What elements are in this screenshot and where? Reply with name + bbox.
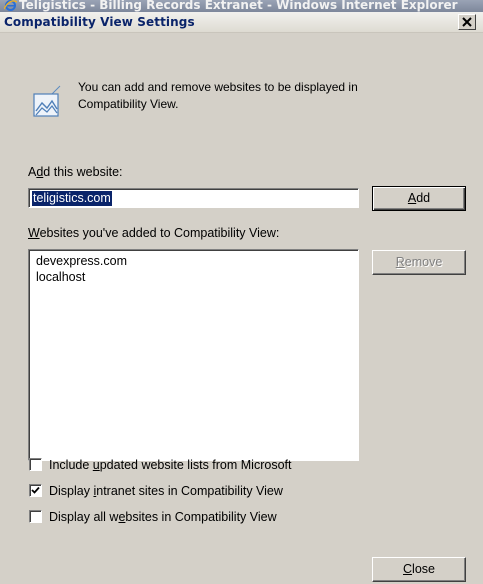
add-website-input[interactable]: teligistics.com (28, 188, 359, 208)
display-intranet-label: Display intranet sites in Compatibility … (49, 483, 283, 499)
checkmark-icon (31, 486, 40, 494)
close-icon (462, 17, 472, 27)
background-window-title: Teligistics - Billing Records Extranet -… (19, 0, 458, 12)
internet-explorer-icon (4, 0, 17, 11)
add-button-label: dd (416, 191, 431, 205)
compatibility-view-dialog: Compatibility View Settings You can add … (0, 12, 483, 584)
remove-button[interactable]: Remove (372, 250, 466, 275)
display-intranet-label-pre: Display (49, 484, 94, 498)
add-website-label-post: d this website: (43, 165, 123, 179)
background-window-titlebar: Teligistics - Billing Records Extranet -… (0, 0, 483, 12)
display-intranet-label-post: ntranet sites in Compatibility View (96, 484, 283, 498)
websites-listbox[interactable]: devexpress.com localhost (28, 249, 359, 461)
add-button[interactable]: Add (372, 186, 466, 211)
include-updated-lists-label-key: u (92, 458, 100, 472)
include-updated-lists-label-post: pdated website lists from Microsoft (99, 458, 292, 472)
display-all-websites-label-post: bsites in Compatibility View (125, 510, 277, 524)
dialog-titlebar[interactable]: Compatibility View Settings (0, 12, 483, 33)
add-website-label: Add this website: (28, 165, 123, 179)
dialog-close-button[interactable] (458, 14, 476, 30)
add-website-input-value: teligistics.com (32, 191, 112, 206)
remove-button-label: emove (404, 255, 443, 269)
close-button-key: C (403, 562, 413, 576)
include-updated-lists-checkbox[interactable] (29, 458, 42, 471)
close-button-label: lose (412, 562, 435, 576)
compat-view-icon (33, 85, 61, 117)
remove-button-key: R (395, 255, 405, 269)
display-all-websites-checkbox[interactable] (29, 510, 42, 523)
display-intranet-checkbox[interactable] (29, 484, 42, 497)
close-button[interactable]: Close (372, 557, 466, 582)
websites-list-label: Websites you've added to Compatibility V… (28, 226, 279, 240)
include-updated-lists-label: Include updated website lists from Micro… (49, 457, 291, 473)
list-item[interactable]: devexpress.com (36, 253, 358, 269)
info-text: You can add and remove websites to be di… (78, 80, 358, 111)
list-item[interactable]: localhost (36, 269, 358, 285)
display-all-websites-label: Display all websites in Compatibility Vi… (49, 509, 277, 525)
websites-list-label-key: W (28, 226, 40, 240)
display-all-websites-label-pre: Display all w (49, 510, 119, 524)
add-button-key: A (407, 191, 417, 205)
include-updated-lists-label-pre: Include (49, 458, 93, 472)
dialog-title: Compatibility View Settings (4, 15, 195, 29)
websites-list-label-post: ebsites you've added to Compatibility Vi… (39, 226, 280, 240)
